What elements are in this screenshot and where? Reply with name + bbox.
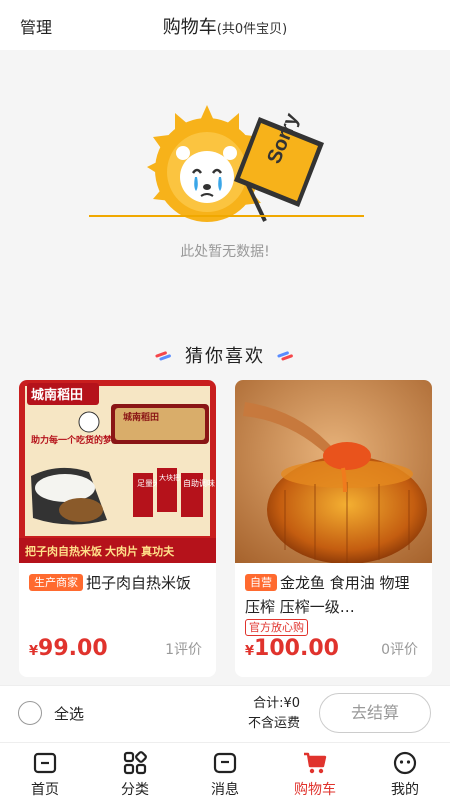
product-price: ¥99.00	[29, 636, 108, 661]
home-icon	[33, 752, 57, 774]
cart-icon	[304, 752, 327, 774]
select-all-label: 全选	[54, 704, 85, 723]
checkout-bar: 全选 合计:¥0 不含运费 去结算	[0, 685, 450, 742]
pack-brand: 城南稻田	[123, 411, 159, 422]
tab-cart[interactable]: 购物车	[270, 743, 360, 800]
review-count: 0评价	[381, 642, 418, 658]
product-name[interactable]: 自营 金龙鱼 食用油 物理压榨 压榨一级…	[245, 571, 424, 619]
price-value: 99.00	[38, 636, 108, 661]
claim-3: 自助调味	[183, 478, 215, 488]
tab-profile[interactable]: 我的	[360, 743, 450, 800]
tab-home[interactable]: 首页	[0, 743, 90, 800]
empty-message: 此处暂无数据!	[180, 244, 270, 260]
product-card[interactable]: 自营 金龙鱼 食用油 物理压榨 压榨一级… 官方放心购 ¥100.00 0评价	[235, 380, 432, 677]
tab-category[interactable]: 分类	[90, 743, 180, 800]
tab-label: 我的	[391, 782, 419, 798]
title-text: 购物车	[162, 17, 217, 38]
item-count: (共0件宝贝)	[216, 22, 288, 37]
image-brand: 城南稻田	[31, 387, 83, 402]
product-price: ¥100.00	[245, 636, 339, 661]
guess-you-like-header: 猜你喜欢	[0, 340, 450, 370]
tab-label: 购物车	[294, 782, 336, 798]
review-count: 1评价	[165, 642, 202, 658]
total-value: ¥0	[283, 696, 300, 711]
currency-symbol: ¥	[29, 644, 39, 659]
image-slogan: 助力每一个吃货的梦想	[31, 434, 121, 445]
category-icon	[123, 751, 147, 775]
profile-icon	[393, 751, 417, 775]
tab-label: 分类	[121, 782, 149, 798]
tab-messages[interactable]: 消息	[180, 743, 270, 800]
shipping-note: 不含运费	[247, 716, 300, 731]
select-all-checkbox[interactable]	[18, 701, 42, 725]
product-image[interactable]: 城南稻田 助力每一个吃货的梦想 城南稻田 足量米饭 大块把子肉 自助调味 把子肉…	[19, 380, 216, 563]
decor-stripes-icon	[277, 351, 293, 361]
top-bar: 管理 购物车(共0件宝贝)	[0, 0, 450, 50]
image-bottom-banner: 把子肉自热米饭 大肉片 真功夫	[25, 544, 175, 558]
rice-box-image: 城南稻田 助力每一个吃货的梦想 城南稻田 足量米饭 大块把子肉 自助调味 把子肉…	[19, 380, 216, 563]
total-label: 合计:	[253, 696, 284, 711]
product-name[interactable]: 生产商家 把子肉自热米饭	[29, 571, 208, 595]
tab-label: 消息	[211, 782, 239, 798]
currency-symbol: ¥	[245, 644, 255, 659]
total-summary: 合计:¥0 不含运费	[248, 694, 300, 734]
message-icon	[213, 752, 237, 774]
product-title: 把子肉自热米饭	[86, 574, 192, 592]
product-image[interactable]	[235, 380, 432, 563]
guess-title: 猜你喜欢	[185, 346, 265, 367]
product-tag: 生产商家	[29, 574, 83, 591]
bottom-tab-bar: 首页 分类 消息 购物车 我的	[0, 742, 450, 800]
product-card[interactable]: 城南稻田 助力每一个吃货的梦想 城南稻田 足量米饭 大块把子肉 自助调味 把子肉…	[19, 380, 216, 677]
price-value: 100.00	[254, 636, 339, 661]
product-tag: 自营	[245, 574, 277, 591]
cooking-oil-image	[235, 380, 432, 563]
tab-label: 首页	[31, 782, 59, 798]
sorry-lion-illustration: Sorry	[89, 105, 364, 222]
official-badge: 官方放心购	[245, 619, 308, 636]
total-line: 合计:¥0	[248, 694, 300, 714]
decor-stripes-icon	[155, 351, 171, 361]
checkout-button[interactable]: 去结算	[319, 693, 431, 733]
select-all[interactable]: 全选	[18, 701, 84, 725]
page-title: 购物车(共0件宝贝)	[0, 13, 450, 39]
